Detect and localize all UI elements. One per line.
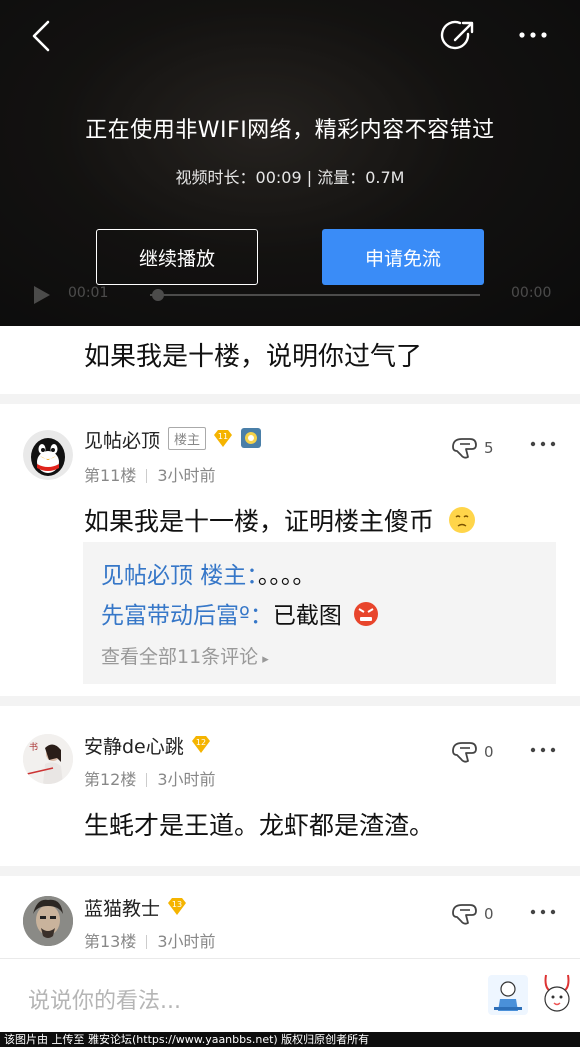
watermark-footer: 该图片由 上传至 雅安论坛(https://www.yaanbbs.net) 版…: [0, 1032, 580, 1047]
user-photo-avatar-icon: [23, 896, 73, 946]
avatar[interactable]: 书: [23, 734, 73, 784]
like-count: 5: [484, 439, 494, 457]
like-button[interactable]: 0: [450, 900, 510, 928]
reply-author[interactable]: 先富带动后富º：: [101, 603, 273, 629]
comment-input[interactable]: 说说你的看法...: [28, 983, 181, 1015]
pensive-emoji-icon: [448, 507, 475, 533]
share-icon: [440, 20, 474, 50]
post-more-button[interactable]: [528, 902, 558, 922]
network-notice: 正在使用非WIFI网络，精彩内容不容错过: [85, 118, 495, 143]
level-badge-icon: 11: [212, 427, 234, 449]
floor-number: 第12楼: [84, 770, 137, 789]
share-button[interactable]: [440, 16, 478, 56]
username[interactable]: 安静de心跳: [84, 736, 184, 758]
username-row: 安静de心跳 12: [84, 732, 212, 759]
reply-item: 先富带动后富º：已截图: [101, 596, 379, 630]
play-icon[interactable]: [34, 286, 50, 304]
like-hand-icon: [452, 438, 477, 459]
divider: [0, 866, 580, 876]
ellipsis-icon: [530, 909, 556, 915]
svg-text:11: 11: [218, 432, 228, 441]
divider: [0, 394, 580, 404]
video-dim-overlay: [0, 0, 580, 326]
chevron-left-icon: [32, 20, 50, 52]
post-time: 3小时前: [157, 932, 216, 951]
like-button[interactable]: 5: [450, 434, 510, 462]
level-badge-icon: 12: [190, 733, 212, 755]
host-badge: 楼主: [168, 427, 207, 450]
floor-info: 第12楼 3小时前: [84, 766, 216, 790]
like-hand-icon: [452, 742, 477, 763]
penguin-avatar-icon: [23, 430, 73, 480]
rabbit-sticker-icon: [544, 974, 570, 1012]
level-badge-icon: 13: [166, 895, 188, 917]
sticker-button[interactable]: [536, 969, 578, 1021]
previous-post-content: 如果我是十楼，说明你过气了: [84, 342, 423, 372]
reply-item: 见帖必顶 楼主：。。。。: [101, 556, 315, 590]
floor-info: 第11楼 3小时前: [84, 462, 216, 486]
post-more-button[interactable]: [528, 434, 558, 454]
like-count: 0: [484, 905, 494, 923]
username-row: 见帖必顶 楼主 11: [84, 426, 262, 453]
medal-icon: [240, 427, 262, 449]
floor-number: 第11楼: [84, 466, 137, 485]
avatar[interactable]: [23, 896, 73, 946]
post-floor-12: 书 安静de心跳 12 第12楼 3小时前 0 生蚝才是王道。龙虾都是渣渣。: [0, 706, 580, 866]
progress-handle[interactable]: [152, 289, 164, 301]
view-all-comments-link[interactable]: 查看全部11条评论 ▸: [101, 642, 269, 669]
username[interactable]: 蓝猫教士: [84, 898, 160, 920]
like-hand-icon: [452, 904, 477, 925]
post-floor-13: 蓝猫教士 13 第13楼 3小时前 0: [0, 876, 580, 958]
reply-text: 。。。。: [257, 563, 316, 589]
continue-play-button[interactable]: 继续播放: [96, 229, 258, 285]
emoji-button[interactable]: [486, 969, 530, 1021]
svg-text:12: 12: [196, 738, 206, 747]
divider: [0, 696, 580, 706]
angry-emoji-icon: [354, 602, 379, 626]
back-button[interactable]: [24, 16, 60, 56]
svg-text:书: 书: [29, 742, 38, 753]
avatar[interactable]: [23, 430, 73, 480]
post-content: 如果我是十一楼，证明楼主傻币: [84, 502, 476, 538]
reply-preview-box[interactable]: 见帖必顶 楼主：。。。。 先富带动后富º：已截图 查看全部11条评论 ▸: [83, 542, 556, 684]
ellipsis-icon: [530, 441, 556, 447]
player-controls: 00:01 00:00: [0, 280, 580, 310]
request-free-data-button[interactable]: 申请免流: [322, 229, 484, 285]
floor-info: 第13楼 3小时前: [84, 928, 216, 952]
total-time: 00:00: [511, 285, 552, 301]
post-time: 3小时前: [157, 770, 216, 789]
username[interactable]: 见帖必顶: [84, 430, 160, 452]
cartoon-emoji-icon: [488, 975, 528, 1015]
like-count: 0: [484, 743, 494, 761]
reply-author[interactable]: 见帖必顶 楼主：: [101, 563, 258, 589]
ellipsis-icon: [530, 747, 556, 753]
progress-track[interactable]: [150, 294, 480, 296]
current-time: 00:01: [68, 285, 109, 301]
comment-input-bar: 说说你的看法...: [0, 958, 580, 1032]
ellipsis-icon: [519, 32, 547, 38]
username-row: 蓝猫教士 13: [84, 894, 188, 921]
post-time: 3小时前: [157, 466, 216, 485]
post-content: 生蚝才是王道。龙虾都是渣渣。: [84, 811, 435, 840]
like-button[interactable]: 0: [450, 738, 510, 766]
user-photo-avatar-icon: 书: [23, 734, 73, 784]
reply-text: 已截图: [272, 603, 342, 629]
svg-text:13: 13: [172, 900, 182, 909]
more-options-button[interactable]: [512, 20, 552, 50]
floor-number: 第13楼: [84, 932, 137, 951]
video-meta: 视频时长：00:09 | 流量：0.7M: [175, 168, 405, 187]
video-player[interactable]: 正在使用非WIFI网络，精彩内容不容错过 视频时长：00:09 | 流量：0.7…: [0, 0, 580, 326]
post-more-button[interactable]: [528, 740, 558, 760]
